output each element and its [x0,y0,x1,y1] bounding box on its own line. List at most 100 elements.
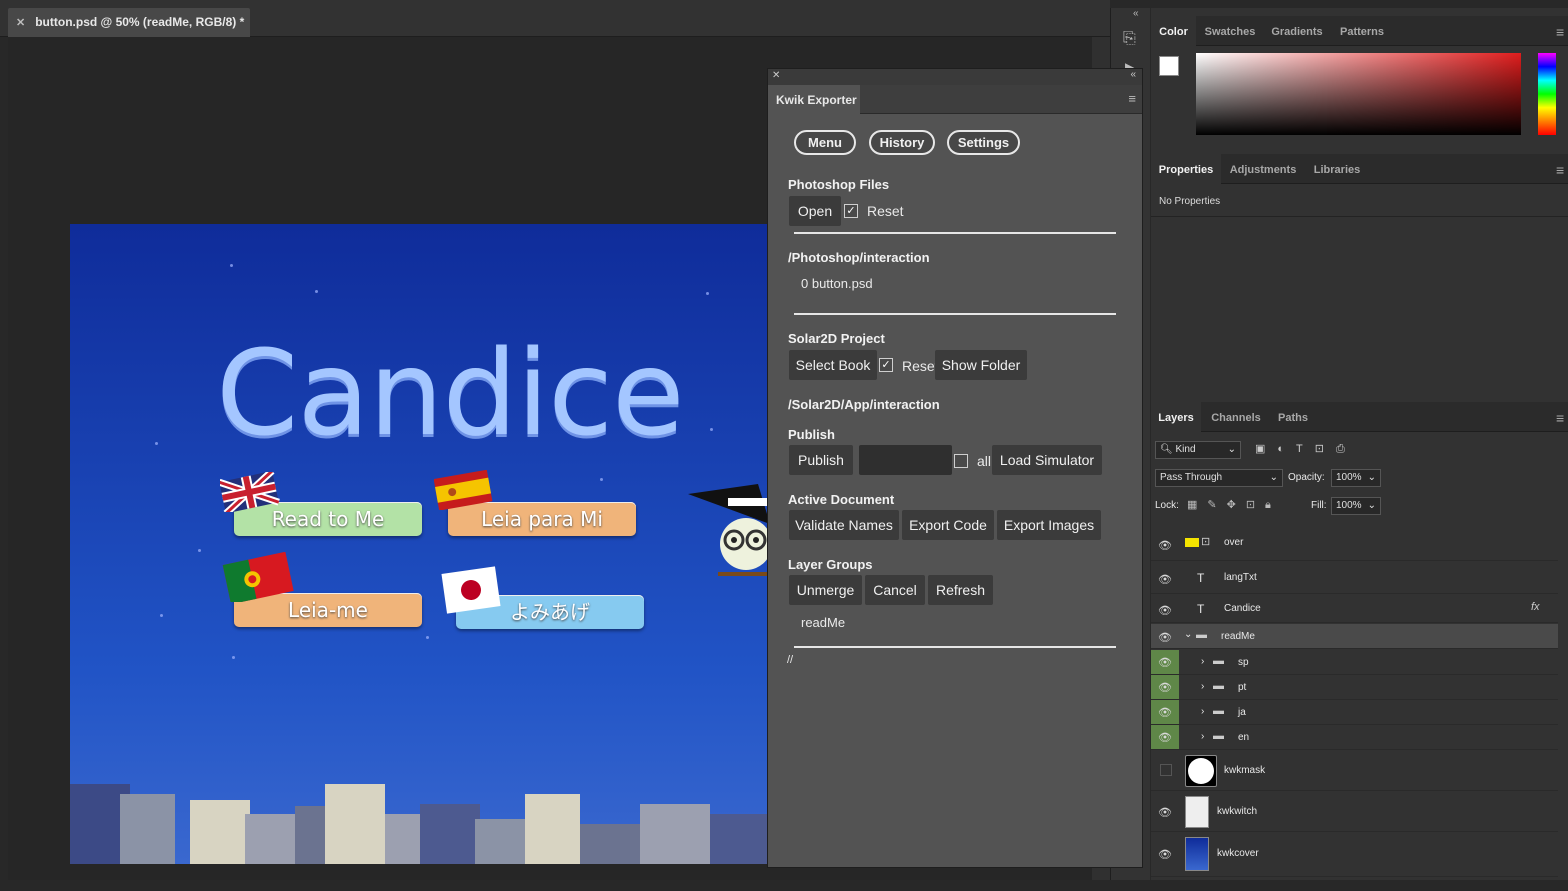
settings-button[interactable]: Settings [947,130,1020,155]
history-icon[interactable]: ⎘ [1123,30,1136,48]
chevron-down-icon[interactable]: ⌄ [1184,629,1192,640]
layer-filter-select[interactable]: 🔍︎ Kind ⌄ [1155,441,1241,459]
layer-row[interactable]: 👁︎ ⊡ over [1151,527,1558,561]
opacity-label: Opacity: [1288,472,1325,483]
tab-channels[interactable]: Channels [1203,402,1269,432]
collapse-panel-icon[interactable]: « [1130,69,1136,80]
visibility-eye-icon[interactable]: 👁︎ [1151,675,1179,699]
export-images-button[interactable]: Export Images [997,510,1101,540]
layer-row[interactable]: 👁︎ › ▬ ja [1151,700,1558,725]
no-properties-text: No Properties [1159,196,1221,207]
tab-patterns[interactable]: Patterns [1331,16,1393,46]
opacity-value: 100% [1336,472,1362,483]
visibility-eye-icon[interactable]: 👁︎ [1151,700,1179,724]
publish-input[interactable] [859,445,952,475]
layer-row-selected[interactable]: 👁︎ ⌄ ▬ readMe [1151,624,1558,649]
visibility-eye-icon[interactable]: 👁︎ [1151,650,1179,674]
folder-icon: ▬ [1213,680,1224,692]
chevron-right-icon[interactable]: › [1201,731,1204,742]
layer-name: pt [1238,682,1247,693]
unmerge-button[interactable]: Unmerge [789,575,862,605]
tab-properties[interactable]: Properties [1151,154,1221,184]
tab-color[interactable]: Color [1151,16,1196,46]
close-panel-icon[interactable]: ✕ [772,70,780,81]
tab-kwik-exporter[interactable]: Kwik Exporter [768,85,860,114]
layer-row[interactable]: 👁︎ kwkwitch [1151,792,1558,832]
photoshop-reset-checkbox[interactable]: ✓ [844,204,858,218]
layer-row[interactable]: 👁︎ T langTxt [1151,562,1558,594]
layer-filter-icons[interactable]: ▣◐T⊡⎙ [1255,442,1357,456]
all-label: all [977,453,992,469]
solar-reset-checkbox[interactable]: ✓ [879,358,893,372]
divider [794,313,1116,315]
solar2d-project-heading: Solar2D Project [788,331,885,346]
layer-name: en [1238,732,1250,743]
foreground-color-swatch[interactable] [1159,56,1179,76]
layer-thumbnail [1185,755,1217,787]
layers-panel-menu-icon[interactable]: ≡ [1556,410,1568,426]
kwik-tab-row: Kwik Exporter ≡ [768,85,1142,114]
color-panel-tabs: Color Swatches Gradients Patterns ≡ [1151,16,1568,46]
layer-row[interactable]: kwkmask [1151,751,1558,791]
fill-field[interactable]: 100% ⌄ [1331,497,1381,515]
tab-layers[interactable]: Layers [1151,402,1201,432]
blend-mode-value: Pass Through [1160,472,1223,483]
layer-row[interactable]: 👁︎ kwkcover [1151,833,1558,877]
solar2d-path: /Solar2D/App/interaction [788,397,940,412]
collapse-icon[interactable]: « [1133,8,1139,19]
refresh-button[interactable]: Refresh [928,575,993,605]
document-tab[interactable]: ✕ button.psd @ 50% (readMe, RGB/8) * [8,8,250,37]
lock-icons[interactable]: ▦✎✥⊡🔒︎ [1187,498,1281,512]
right-panel-dock: Color Swatches Gradients Patterns ≡ Prop… [1151,8,1568,880]
properties-panel-menu-icon[interactable]: ≡ [1556,162,1568,178]
japan-flag-icon [441,566,501,614]
color-field[interactable] [1196,53,1521,135]
layer-groups-heading: Layer Groups [788,557,873,572]
lock-label: Lock: [1155,500,1179,511]
folder-icon: ▬ [1213,730,1224,742]
layer-name: langTxt [1224,572,1257,583]
layer-row[interactable]: 👁︎ T Candice fx [1151,595,1558,623]
close-tab-icon[interactable]: ✕ [16,17,25,29]
publish-button[interactable]: Publish [789,445,853,475]
panel-menu-icon[interactable]: ≡ [1128,91,1136,106]
visibility-eye-icon[interactable]: 👁︎ [1151,848,1179,891]
tab-libraries[interactable]: Libraries [1305,154,1369,184]
chevron-right-icon[interactable]: › [1201,656,1204,667]
show-folder-button[interactable]: Show Folder [935,350,1027,380]
tab-swatches[interactable]: Swatches [1199,16,1261,46]
blend-mode-select[interactable]: Pass Through ⌄ [1155,469,1283,487]
kwik-panel-header: ✕ « [768,69,1142,85]
color-panel-menu-icon[interactable]: ≡ [1556,24,1568,40]
validate-names-button[interactable]: Validate Names [789,510,899,540]
layer-row[interactable]: 👁︎ › ▬ en [1151,725,1558,750]
layers-panel-tabs: Layers Channels Paths ≡ [1151,402,1568,432]
document-canvas[interactable]: Candice Read to Me Leia para Mi Leia-me … [70,224,770,864]
tab-paths[interactable]: Paths [1271,402,1315,432]
layer-row[interactable]: 👁︎ › ▬ pt [1151,675,1558,700]
tab-gradients[interactable]: Gradients [1265,16,1329,46]
layer-thumbnail [1185,837,1209,871]
select-book-button[interactable]: Select Book [789,350,877,380]
photoshop-file-item[interactable]: 0 button.psd [801,276,873,291]
layer-name: Candice [1224,603,1261,614]
history-button[interactable]: History [869,130,935,155]
visibility-eye-icon[interactable]: 👁︎ [1151,725,1179,749]
chevron-right-icon[interactable]: › [1201,706,1204,717]
tab-adjustments[interactable]: Adjustments [1223,154,1303,184]
load-simulator-button[interactable]: Load Simulator [992,445,1102,475]
export-code-button[interactable]: Export Code [902,510,994,540]
all-checkbox[interactable] [954,454,968,468]
chevron-right-icon[interactable]: › [1201,681,1204,692]
visibility-toggle-off[interactable] [1160,764,1172,776]
hue-slider[interactable] [1538,53,1556,135]
layer-effects-fx-icon[interactable]: fx [1531,601,1540,613]
open-button[interactable]: Open [789,196,841,226]
cancel-button[interactable]: Cancel [865,575,925,605]
opacity-field[interactable]: 100% ⌄ [1331,469,1381,487]
photoshop-path: /Photoshop/interaction [788,250,930,265]
layer-row[interactable]: 👁︎ › ▬ sp [1151,650,1558,675]
portugal-flag-icon [222,552,294,602]
menu-button[interactable]: Menu [794,130,856,155]
divider [794,232,1116,234]
